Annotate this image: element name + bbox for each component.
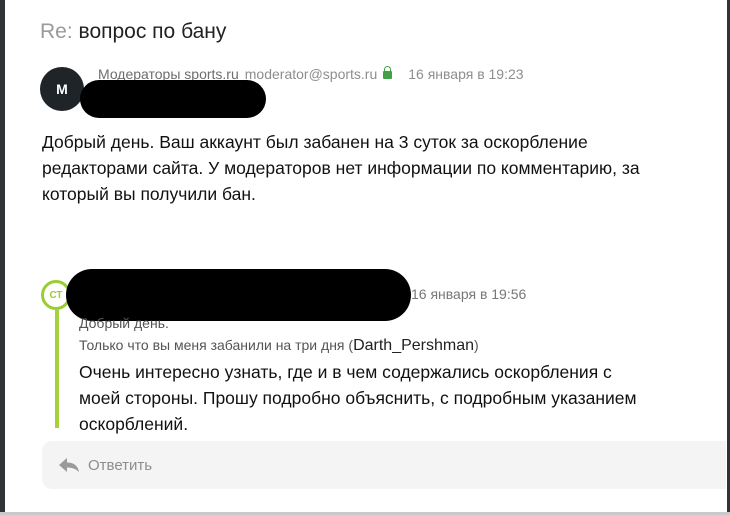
reply-arrow-icon — [59, 458, 79, 472]
body-line: Добрый день. Ваш аккаунт был забанен на … — [42, 132, 588, 152]
secure-lock-icon — [383, 66, 393, 79]
message-body: Добрый день. Ваш аккаунт был забанен на … — [42, 129, 702, 207]
quote-bar — [55, 310, 59, 428]
subject-text: вопрос по бану — [72, 20, 227, 43]
redaction-quoted-sender — [66, 269, 411, 321]
body-line: редакторами сайта. У модераторов нет инф… — [42, 158, 640, 178]
redaction-recipient — [80, 80, 266, 118]
sender-email[interactable]: moderator@sports.ru — [245, 66, 377, 82]
quoted-line-2-prefix: Только что вы меня забанили на три дня ( — [79, 337, 354, 353]
quoted-body: Очень интересно узнать, где и в чем соде… — [79, 359, 699, 437]
quoted-nickname: Darth_Pershman — [353, 337, 475, 354]
quoted-body-line: Очень интересно узнать, где и в чем соде… — [79, 362, 612, 382]
quoted-body-line: моей стороны. Прошу подробно объяснить, … — [79, 388, 637, 408]
quoted-line-2-suffix: ) — [474, 337, 479, 353]
quoted-date: 16 января в 19:56 — [411, 286, 527, 302]
window-frame-left — [0, 0, 5, 515]
body-line: который вы получили бан. — [42, 184, 256, 204]
quoted-greeting: Добрый день. — [79, 315, 169, 331]
sender-avatar[interactable]: M — [40, 67, 84, 111]
message-date: 16 января в 19:23 — [408, 66, 524, 82]
reply-button[interactable]: Ответить — [42, 441, 726, 489]
reply-label: Ответить — [88, 456, 153, 474]
quoted-line-2: Только что вы меня забанили на три дня (… — [79, 337, 479, 355]
email-subject: Re: вопрос по бану — [40, 20, 226, 44]
subject-prefix: Re: — [40, 20, 73, 43]
quoted-body-line: оскорблений. — [79, 414, 189, 434]
